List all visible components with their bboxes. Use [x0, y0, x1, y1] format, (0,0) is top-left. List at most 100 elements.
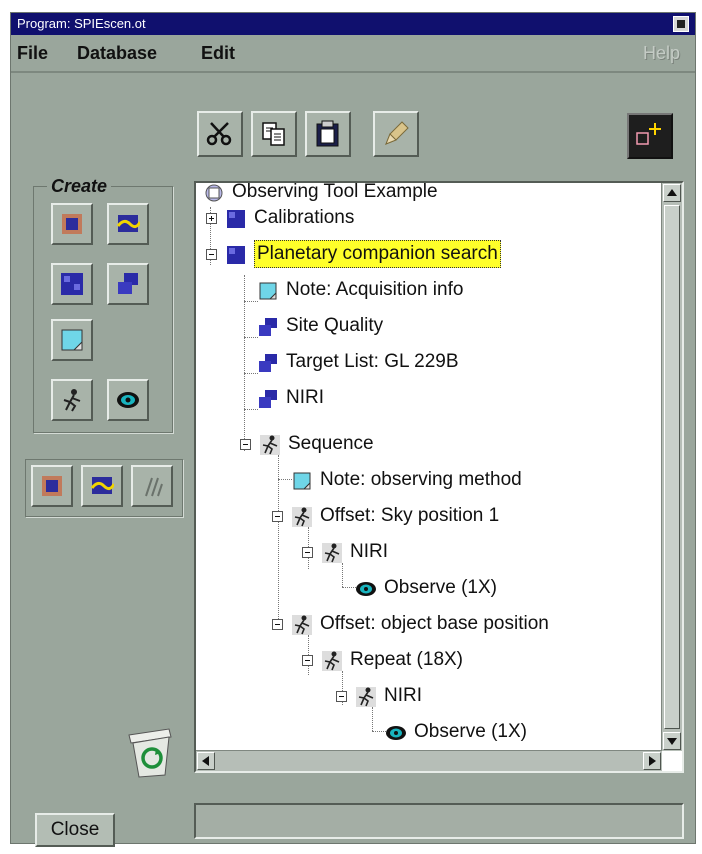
collapse-toggle[interactable]: [272, 619, 283, 630]
copy-button[interactable]: [251, 111, 297, 157]
crosshair-icon: [636, 123, 661, 145]
tree-label: Site Quality: [286, 315, 384, 336]
program-window: Program: SPIEscen.ot File Database Edit …: [10, 12, 696, 847]
note-icon: [61, 329, 83, 351]
collapse-toggle[interactable]: [240, 439, 251, 450]
collapse-toggle[interactable]: [336, 691, 347, 702]
sequence-icon: [260, 435, 280, 455]
tree-label: NIRI: [350, 541, 388, 562]
edit-button[interactable]: [373, 111, 419, 157]
sequence-icon: [292, 615, 312, 635]
instrument-icon: [259, 390, 277, 408]
site-quality-icon: [259, 318, 277, 336]
template-group-button[interactable]: [81, 465, 123, 507]
create-observe-button[interactable]: [107, 379, 149, 421]
target-icon: [61, 273, 83, 295]
group-icon: [90, 477, 114, 494]
observe-eye-icon: [356, 582, 376, 596]
scroll-left-button[interactable]: [197, 752, 215, 770]
sequence-icon: [145, 477, 163, 497]
group-icon: [227, 210, 245, 228]
collapse-toggle[interactable]: [272, 511, 283, 522]
tree-connector: [244, 373, 258, 374]
tree-connector: [342, 563, 343, 587]
observe-eye-icon: [117, 392, 139, 408]
collapse-toggle[interactable]: [302, 547, 313, 558]
observation-icon: [42, 476, 62, 496]
tree-label: Calibrations: [254, 207, 355, 228]
title-bar[interactable]: Program: SPIEscen.ot: [11, 13, 695, 35]
scissors-icon: [206, 122, 232, 146]
scroll-right-button[interactable]: [643, 752, 661, 770]
target-icon: [259, 354, 277, 372]
sequence-icon: [63, 389, 81, 412]
program-icon: [205, 184, 223, 202]
cut-button[interactable]: [197, 111, 243, 157]
tree-label: Repeat (18X): [350, 649, 464, 670]
menu-database[interactable]: Database: [77, 43, 157, 64]
vertical-scroll-thumb[interactable]: [664, 205, 680, 729]
tree-label: NIRI: [286, 387, 324, 408]
close-button[interactable]: Close: [35, 813, 115, 847]
sequence-icon: [292, 507, 312, 527]
create-group-button[interactable]: [107, 203, 149, 245]
arrow-right-icon: [649, 756, 656, 766]
note-icon: [293, 472, 311, 490]
tree-connector: [278, 479, 292, 480]
collapse-toggle[interactable]: [302, 655, 313, 666]
tree-connector: [244, 409, 258, 410]
clipboard-icon: [316, 120, 339, 147]
program-tree[interactable]: Observing Tool Example Calibrations Plan…: [194, 181, 684, 773]
arrow-left-icon: [202, 756, 209, 766]
tree-connector: [372, 731, 386, 732]
template-observation-button[interactable]: [31, 465, 73, 507]
vertical-scrollbar[interactable]: [661, 183, 682, 751]
menu-help[interactable]: Help: [643, 43, 680, 64]
group-icon: [227, 246, 245, 264]
tree-label: NIRI: [384, 685, 422, 706]
copy-icon: [262, 122, 285, 146]
pencil-icon: [385, 121, 409, 145]
create-sequence-button[interactable]: [51, 379, 93, 421]
paste-button[interactable]: [305, 111, 351, 157]
create-instrument-button[interactable]: [107, 263, 149, 305]
tree-connector: [244, 301, 258, 302]
observe-eye-icon: [386, 726, 406, 740]
trash-icon[interactable]: [123, 725, 175, 779]
create-observation-button[interactable]: [51, 203, 93, 245]
horizontal-scrollbar[interactable]: [196, 750, 662, 771]
arrow-up-icon: [667, 189, 677, 196]
tree-label: Observe (1X): [384, 577, 497, 598]
tree-connector: [342, 587, 356, 588]
tree-label: Note: Acquisition info: [286, 279, 464, 300]
instrument-icon: [118, 273, 138, 294]
scroll-up-button[interactable]: [663, 184, 681, 202]
status-field: [194, 803, 684, 839]
arrow-down-icon: [667, 738, 677, 745]
window-title: Program: SPIEscen.ot: [17, 16, 146, 31]
window-close-icon[interactable]: [673, 16, 689, 32]
sequence-icon: [322, 651, 342, 671]
sequence-icon: [356, 687, 376, 707]
menu-edit[interactable]: Edit: [201, 43, 235, 64]
tree-connector: [278, 455, 279, 625]
menu-file[interactable]: File: [17, 43, 48, 64]
scroll-down-button[interactable]: [663, 732, 681, 750]
tree-label: Offset: object base position: [320, 613, 549, 634]
sequence-icon: [322, 543, 342, 563]
create-label: Create: [47, 176, 112, 197]
tree-connector: [372, 707, 373, 731]
template-sequence-button[interactable]: [131, 465, 173, 507]
menu-bar: File Database Edit Help: [11, 35, 695, 73]
tree-label: Note: observing method: [320, 469, 522, 490]
tree-label: Observe (1X): [414, 721, 527, 742]
collapse-toggle[interactable]: [206, 249, 217, 260]
position-editor-button[interactable]: [627, 113, 673, 159]
expand-toggle[interactable]: [206, 213, 217, 224]
note-icon: [259, 282, 277, 300]
tree-label: Target List: GL 229B: [286, 351, 459, 372]
create-note-button[interactable]: [51, 319, 93, 361]
group-icon: [116, 215, 140, 232]
tree-label: Planetary companion search: [254, 240, 501, 268]
create-target-button[interactable]: [51, 263, 93, 305]
